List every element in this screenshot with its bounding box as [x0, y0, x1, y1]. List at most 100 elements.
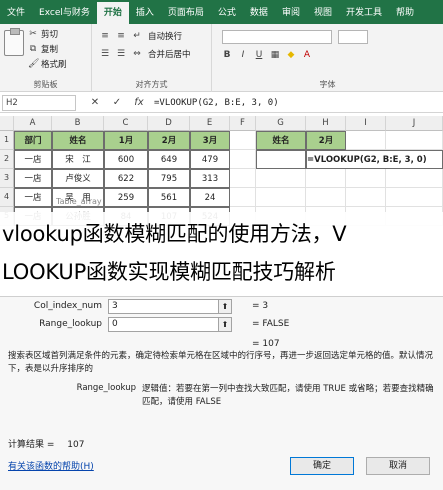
row-header[interactable]: 4: [0, 188, 14, 207]
align-top-icon[interactable]: ≡: [100, 31, 110, 41]
column-header[interactable]: J: [386, 116, 443, 131]
row-header[interactable]: 1: [0, 131, 14, 150]
ribbon-tab[interactable]: 文件: [0, 2, 32, 24]
table-header-cell[interactable]: 姓名: [52, 131, 104, 150]
lookup-header-cell[interactable]: 姓名: [256, 131, 306, 150]
name-box[interactable]: H2: [2, 94, 76, 111]
range-lookup-input[interactable]: 0 ⬆: [108, 316, 232, 332]
font-name-combo[interactable]: [222, 30, 332, 44]
ribbon-tab[interactable]: Excel与财务: [32, 2, 97, 24]
table-cell[interactable]: 卢俊义: [52, 169, 104, 188]
cancel-edit-icon[interactable]: ✕: [84, 97, 106, 108]
table-cell[interactable]: 24: [190, 188, 230, 207]
column-header[interactable]: D: [148, 116, 190, 131]
cell[interactable]: [386, 169, 443, 188]
column-header[interactable]: F: [230, 116, 256, 131]
border-icon[interactable]: ▦: [270, 50, 280, 60]
cell[interactable]: [306, 169, 346, 188]
wrap-text-label[interactable]: 自动换行: [148, 30, 182, 42]
font-color-icon[interactable]: A: [302, 50, 312, 60]
insert-function-icon[interactable]: fx: [128, 97, 150, 108]
ribbon-tab[interactable]: 审阅: [275, 2, 307, 24]
ribbon-tab[interactable]: 公式: [211, 2, 243, 24]
table-cell[interactable]: 600: [104, 150, 148, 169]
select-all-corner[interactable]: [0, 116, 14, 131]
font-size-combo[interactable]: [338, 30, 368, 44]
row-header[interactable]: 2: [0, 150, 14, 169]
table-cell[interactable]: 561: [148, 188, 190, 207]
underline-icon[interactable]: U: [254, 50, 264, 60]
table-cell[interactable]: 259: [104, 188, 148, 207]
cell[interactable]: [230, 150, 256, 169]
table-header-cell[interactable]: 2月: [148, 131, 190, 150]
column-header[interactable]: E: [190, 116, 230, 131]
enter-edit-icon[interactable]: ✓: [106, 97, 128, 108]
table-cell[interactable]: 宋 江: [52, 150, 104, 169]
col-index-input[interactable]: 3 ⬆: [108, 298, 232, 314]
italic-icon[interactable]: I: [238, 50, 248, 60]
bold-icon[interactable]: B: [222, 50, 232, 60]
ribbon-tab[interactable]: 插入: [129, 2, 161, 24]
ribbon-tab[interactable]: 开发工具: [339, 2, 389, 24]
ribbon-tab[interactable]: 开始: [96, 2, 129, 24]
paste-icon[interactable]: [4, 28, 24, 56]
table-cell[interactable]: 一店: [14, 150, 52, 169]
partial-table-array-label: Table_array: [56, 197, 102, 206]
clipboard-group: ✂ 剪切 ⧉ 复制 🖌 格式刷 剪贴板: [0, 24, 92, 92]
cell[interactable]: [230, 131, 256, 150]
formula-input[interactable]: =VLOOKUP(G2, B:E, 3, 0): [154, 98, 279, 108]
table-cell[interactable]: 一店: [14, 188, 52, 207]
active-formula-cell[interactable]: =VLOOKUP(G2, B:E, 3, 0): [306, 150, 443, 169]
table-cell[interactable]: 313: [190, 169, 230, 188]
copy-button[interactable]: ⧉ 复制: [28, 43, 58, 55]
cancel-button[interactable]: 取消: [366, 457, 430, 475]
cell[interactable]: [346, 131, 386, 150]
table-cell[interactable]: 一店: [14, 169, 52, 188]
cell[interactable]: [256, 188, 306, 207]
format-painter-button[interactable]: 🖌 格式刷: [28, 58, 67, 70]
table-cell[interactable]: 649: [148, 150, 190, 169]
table-cell[interactable]: 622: [104, 169, 148, 188]
cell[interactable]: [256, 169, 306, 188]
align-middle-icon[interactable]: ≡: [116, 31, 126, 41]
ribbon-tab[interactable]: 数据: [243, 2, 275, 24]
cell[interactable]: [346, 169, 386, 188]
table-header-cell[interactable]: 1月: [104, 131, 148, 150]
align-center-icon[interactable]: ☰: [116, 49, 126, 59]
table-cell[interactable]: 479: [190, 150, 230, 169]
fill-color-icon[interactable]: ◆: [286, 50, 296, 60]
column-header[interactable]: H: [306, 116, 346, 131]
column-header[interactable]: C: [104, 116, 148, 131]
column-header[interactable]: B: [52, 116, 104, 131]
merge-center-icon[interactable]: ⇔: [132, 49, 142, 59]
cell[interactable]: [230, 188, 256, 207]
arg-result: = FALSE: [252, 319, 290, 329]
row-header[interactable]: 3: [0, 169, 14, 188]
cut-button[interactable]: ✂ 剪切: [28, 28, 58, 40]
column-header[interactable]: A: [14, 116, 52, 131]
cell[interactable]: [346, 188, 386, 207]
column-header[interactable]: G: [256, 116, 306, 131]
help-link[interactable]: 有关该函数的帮助(H): [8, 459, 94, 472]
table-header-cell[interactable]: 3月: [190, 131, 230, 150]
align-left-icon[interactable]: ☰: [100, 49, 110, 59]
table-header-cell[interactable]: 部门: [14, 131, 52, 150]
cell[interactable]: [230, 169, 256, 188]
lookup-input-cell[interactable]: [256, 150, 306, 169]
cell[interactable]: [386, 131, 443, 150]
wrap-text-icon[interactable]: ↵: [132, 31, 142, 41]
merge-center-label[interactable]: 合并后居中: [148, 48, 191, 60]
range-picker-icon[interactable]: ⬆: [218, 298, 232, 314]
calc-result-label: 计算结果 =: [8, 440, 55, 450]
range-picker-icon[interactable]: ⬆: [218, 316, 232, 332]
ribbon-tab[interactable]: 帮助: [389, 2, 421, 24]
ok-button[interactable]: 确定: [290, 457, 354, 475]
ribbon-tab[interactable]: 视图: [307, 2, 339, 24]
column-header[interactable]: I: [346, 116, 386, 131]
param-description: 逻辑值：若要在第一列中查找大致匹配，请使用 TRUE 或省略；若要查找精确匹配，…: [142, 384, 434, 407]
lookup-header-cell[interactable]: 2月: [306, 131, 346, 150]
cell[interactable]: [306, 188, 346, 207]
ribbon-tab[interactable]: 页面布局: [161, 2, 211, 24]
cell[interactable]: [386, 188, 443, 207]
table-cell[interactable]: 795: [148, 169, 190, 188]
